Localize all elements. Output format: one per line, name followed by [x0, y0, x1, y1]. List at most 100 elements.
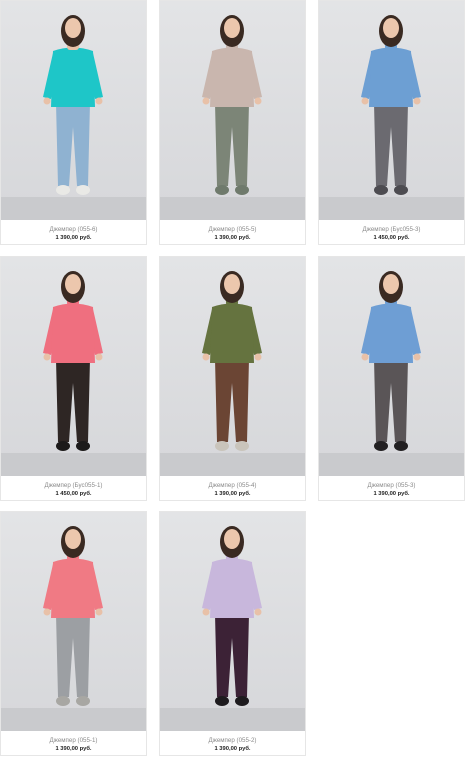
product-image[interactable]	[319, 257, 464, 476]
studio-floor	[160, 708, 305, 731]
face	[383, 18, 399, 38]
right-hand	[254, 353, 262, 361]
product-price: 1 390,00 руб.	[214, 491, 251, 497]
left-hand	[361, 353, 369, 361]
left-shoe	[215, 185, 229, 195]
sweater	[210, 558, 254, 618]
product-card[interactable]: Джемпер (055-5) 1 390,00 руб.	[159, 0, 306, 245]
sweater	[369, 47, 413, 107]
left-shoe	[215, 696, 229, 706]
product-card[interactable]: Джемпер (Бус055-1) 1 450,00 руб.	[0, 256, 147, 501]
product-name[interactable]: Джемпер (055-2)	[160, 737, 305, 744]
product-name[interactable]: Джемпер (055-4)	[160, 482, 305, 489]
left-hand	[361, 97, 369, 105]
face	[224, 18, 240, 38]
product-card[interactable]: Джемпер (055-2) 1 390,00 руб.	[159, 511, 306, 756]
studio-floor	[319, 197, 464, 220]
face	[65, 18, 81, 38]
right-shoe	[76, 185, 90, 195]
left-shoe	[374, 441, 388, 451]
right-shoe	[394, 185, 408, 195]
product-name[interactable]: Джемпер (055-1)	[1, 737, 146, 744]
studio-floor	[1, 197, 146, 220]
product-name[interactable]: Джемпер (Бус055-1)	[1, 482, 146, 489]
right-shoe	[394, 441, 408, 451]
left-hand	[43, 97, 51, 105]
right-hand	[254, 608, 262, 616]
product-caption: Джемпер (055-1) 1 390,00 руб.	[1, 731, 146, 755]
product-price: 1 390,00 руб.	[214, 235, 251, 241]
left-hand	[202, 353, 210, 361]
product-image[interactable]	[1, 1, 146, 220]
trousers	[56, 359, 90, 442]
product-price: 1 390,00 руб.	[214, 746, 251, 752]
right-hand	[95, 97, 103, 105]
product-name[interactable]: Джемпер (055-6)	[1, 226, 146, 233]
left-hand	[202, 608, 210, 616]
product-caption: Джемпер (055-6) 1 390,00 руб.	[1, 220, 146, 244]
left-hand	[43, 353, 51, 361]
product-card[interactable]: Джемпер (055-4) 1 390,00 руб.	[159, 256, 306, 501]
right-hand	[413, 97, 421, 105]
studio-floor	[1, 708, 146, 731]
model-photo	[1, 15, 146, 220]
product-name[interactable]: Джемпер (055-5)	[160, 226, 305, 233]
product-image[interactable]	[1, 257, 146, 476]
face	[224, 274, 240, 294]
product-card[interactable]: Джемпер (055-6) 1 390,00 руб.	[0, 0, 147, 245]
trousers	[56, 103, 90, 186]
product-image[interactable]	[160, 1, 305, 220]
sweater	[51, 558, 95, 618]
product-price: 1 450,00 руб.	[373, 235, 410, 241]
left-hand	[202, 97, 210, 105]
right-hand	[413, 353, 421, 361]
product-caption: Джемпер (055-5) 1 390,00 руб.	[160, 220, 305, 244]
product-grid: Джемпер (055-6) 1 390,00 руб. Джемпер (0…	[0, 0, 469, 758]
left-shoe	[56, 185, 70, 195]
trousers	[374, 103, 408, 186]
sweater	[210, 47, 254, 107]
sweater	[51, 47, 95, 107]
left-shoe	[215, 441, 229, 451]
sweater	[210, 303, 254, 363]
product-card[interactable]: Джемпер (055-1) 1 390,00 руб.	[0, 511, 147, 756]
trousers	[215, 359, 249, 442]
studio-floor	[1, 453, 146, 476]
trousers	[215, 103, 249, 186]
product-image[interactable]	[160, 257, 305, 476]
face	[65, 529, 81, 549]
model-photo	[1, 526, 146, 731]
product-name[interactable]: Джемпер (055-3)	[319, 482, 464, 489]
product-price: 1 390,00 руб.	[373, 491, 410, 497]
product-caption: Джемпер (Бус055-3) 1 450,00 руб.	[319, 220, 464, 244]
left-shoe	[56, 441, 70, 451]
right-shoe	[235, 696, 249, 706]
product-caption: Джемпер (055-4) 1 390,00 руб.	[160, 476, 305, 500]
right-shoe	[235, 185, 249, 195]
model-photo	[160, 15, 305, 220]
studio-floor	[319, 453, 464, 476]
product-caption: Джемпер (055-2) 1 390,00 руб.	[160, 731, 305, 755]
model-photo	[160, 526, 305, 731]
right-shoe	[76, 441, 90, 451]
product-price: 1 390,00 руб.	[55, 746, 92, 752]
face	[65, 274, 81, 294]
face	[383, 274, 399, 294]
product-name[interactable]: Джемпер (Бус055-3)	[319, 226, 464, 233]
studio-floor	[160, 197, 305, 220]
trousers	[374, 359, 408, 442]
product-card[interactable]: Джемпер (055-3) 1 390,00 руб.	[318, 256, 465, 501]
product-price: 1 450,00 руб.	[55, 491, 92, 497]
product-image[interactable]	[1, 512, 146, 731]
studio-floor	[160, 453, 305, 476]
right-shoe	[76, 696, 90, 706]
trousers	[215, 614, 249, 697]
product-image[interactable]	[160, 512, 305, 731]
face	[224, 529, 240, 549]
model-photo	[1, 271, 146, 476]
left-shoe	[374, 185, 388, 195]
model-photo	[160, 271, 305, 476]
product-card[interactable]: Джемпер (Бус055-3) 1 450,00 руб.	[318, 0, 465, 245]
product-caption: Джемпер (Бус055-1) 1 450,00 руб.	[1, 476, 146, 500]
product-image[interactable]	[319, 1, 464, 220]
